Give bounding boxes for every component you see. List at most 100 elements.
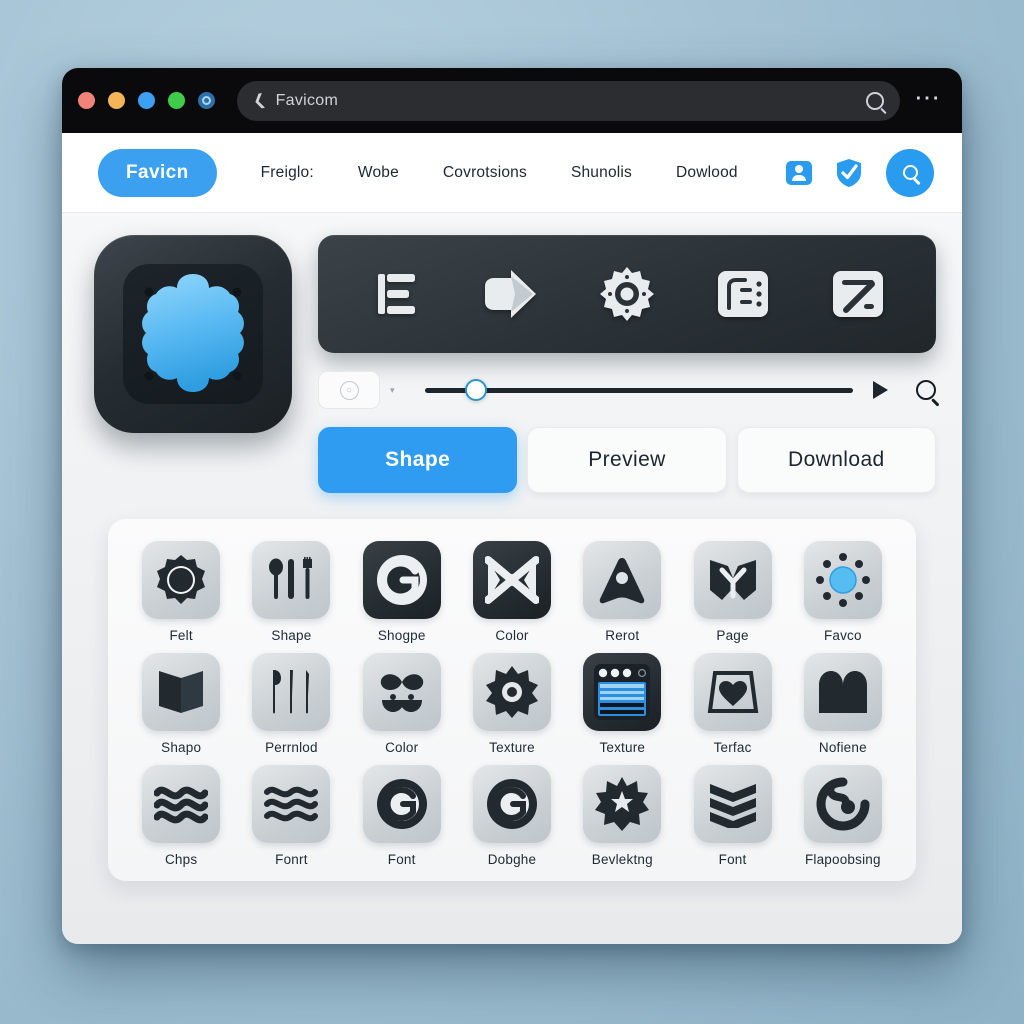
- nav-link-2[interactable]: Wobe: [336, 164, 421, 182]
- grid-item[interactable]: Perrnlod: [240, 653, 342, 755]
- grid-item[interactable]: Shapo: [130, 653, 232, 755]
- grid-item-label: Color: [495, 628, 529, 643]
- grid-item[interactable]: Flapoobsing: [792, 765, 894, 867]
- g-target-icon[interactable]: [472, 765, 551, 843]
- grid-item[interactable]: Font: [351, 765, 453, 867]
- grid-item[interactable]: Fonrt: [240, 765, 342, 867]
- maximize-dot[interactable]: [168, 92, 185, 109]
- zoom-stepper[interactable]: ○: [318, 371, 380, 409]
- grid-item[interactable]: Chps: [130, 765, 232, 867]
- grid-item[interactable]: Texture: [461, 653, 563, 755]
- browser-window-icon[interactable]: [583, 653, 662, 731]
- nav-link-3[interactable]: Covrotsions: [421, 164, 549, 182]
- kebab-menu-icon[interactable]: ⋯: [914, 84, 942, 110]
- starburst-eye-icon[interactable]: [472, 653, 551, 731]
- nav-link-5[interactable]: Dowlood: [654, 164, 760, 182]
- navigation-bar: Favicn Freiglo: Wobe Covrotsions Shunoli…: [62, 133, 962, 213]
- app-window: ❮ Favicom ⋯ Favicn Freiglo: Wobe Covrots…: [62, 68, 962, 944]
- search-icon[interactable]: [886, 148, 934, 197]
- grid-item[interactable]: Texture: [571, 653, 673, 755]
- chevron-back-icon[interactable]: ❮: [251, 91, 267, 110]
- grid-item[interactable]: Nofiene: [792, 653, 894, 755]
- grid-item[interactable]: Bevlektng: [571, 765, 673, 867]
- grid-item-label: Shapo: [161, 740, 202, 755]
- app-dot[interactable]: [198, 92, 215, 109]
- contact-card-icon[interactable]: [786, 160, 812, 185]
- spiral-arrow-icon[interactable]: [803, 765, 882, 843]
- open-book-icon[interactable]: [142, 653, 221, 731]
- grid-item-label: Chps: [164, 852, 198, 867]
- arrow-right-icon[interactable]: [474, 257, 548, 331]
- grid-item-label: Felt: [169, 628, 193, 643]
- gear-icon[interactable]: [590, 257, 664, 331]
- grid-item-label: Texture: [489, 740, 535, 755]
- grid-item-label: Favco: [823, 628, 862, 643]
- letter-g-icon[interactable]: [362, 541, 441, 619]
- tab-download[interactable]: Download: [736, 427, 936, 493]
- window-controls: [78, 92, 215, 109]
- search-icon[interactable]: [866, 91, 884, 110]
- waves-icon[interactable]: [142, 765, 221, 843]
- grid-item-label: Page: [716, 628, 749, 643]
- grid-item-label: Perrnlod: [265, 740, 318, 755]
- shield-check-icon[interactable]: [836, 158, 862, 188]
- grid-item[interactable]: Dobghe: [461, 765, 563, 867]
- icon-grid-panel: Felt Shape Shogpe Color Rerot Page Favco…: [108, 519, 916, 881]
- grid-item[interactable]: Rerot: [571, 541, 673, 643]
- slider-thumb[interactable]: [464, 379, 487, 401]
- nav-link-4[interactable]: Shunolis: [549, 164, 654, 182]
- minimize-dot[interactable]: [108, 92, 125, 109]
- grid-item-label: Dobghe: [487, 852, 537, 867]
- mustache-face-icon[interactable]: [362, 653, 441, 731]
- address-bar[interactable]: ❮ Favicom: [237, 80, 900, 121]
- address-input[interactable]: Favicom: [276, 92, 856, 110]
- expand-dot[interactable]: [138, 92, 155, 109]
- grid-item[interactable]: Felt: [130, 541, 232, 643]
- grid-item[interactable]: Terfac: [681, 653, 783, 755]
- grid-item[interactable]: Shape: [240, 541, 342, 643]
- layout-panel-icon[interactable]: [706, 257, 780, 331]
- grid-item-label: Bevlektng: [591, 852, 653, 867]
- title-bar: ❮ Favicom ⋯: [62, 68, 962, 133]
- bowtie-x-icon[interactable]: [472, 541, 551, 619]
- slash-shape-icon[interactable]: [821, 257, 895, 331]
- brand-logo[interactable]: Favicn: [98, 148, 217, 197]
- g-target-icon[interactable]: [362, 765, 441, 843]
- nav-link-1[interactable]: Freiglo:: [239, 164, 336, 182]
- grid-item[interactable]: Font: [681, 765, 783, 867]
- content-area: ○ ▾ Shape Preview Download Felt Shape Sh…: [62, 213, 962, 944]
- grid-item[interactable]: Page: [681, 541, 783, 643]
- star-burst-icon[interactable]: [583, 765, 662, 843]
- navigation-arrow-icon[interactable]: [583, 541, 662, 619]
- gear-circle-icon[interactable]: [142, 541, 221, 619]
- chevron-down-icon[interactable]: ▾: [390, 385, 395, 396]
- cutlery-icon[interactable]: [252, 541, 331, 619]
- cutlery-thin-icon[interactable]: [252, 653, 331, 731]
- grid-item-label: Fonrt: [275, 852, 308, 867]
- grid-item[interactable]: Color: [461, 541, 563, 643]
- waves-thin-icon[interactable]: [252, 765, 331, 843]
- sun-dots-icon[interactable]: [803, 541, 882, 619]
- grid-item-label: Shape: [271, 628, 312, 643]
- heart-frame-icon[interactable]: [693, 653, 772, 731]
- tab-preview[interactable]: Preview: [527, 427, 727, 493]
- align-list-icon[interactable]: [359, 257, 433, 331]
- favicon-preview[interactable]: [94, 235, 292, 433]
- close-dot[interactable]: [78, 92, 95, 109]
- search-icon[interactable]: [916, 380, 936, 400]
- arch-shape-icon[interactable]: [803, 653, 882, 731]
- size-slider[interactable]: [424, 379, 853, 401]
- grid-item[interactable]: Shogpe: [351, 541, 453, 643]
- slider-row: ○ ▾: [318, 367, 936, 413]
- grid-item-label: Flapoobsing: [804, 852, 881, 867]
- grid-item[interactable]: Favco: [792, 541, 894, 643]
- play-icon[interactable]: [873, 381, 888, 399]
- grid-item-label: Font: [718, 852, 747, 867]
- editor-tabs: Shape Preview Download: [318, 427, 936, 493]
- grid-item-label: Terfac: [713, 740, 752, 755]
- butterfly-icon[interactable]: [693, 541, 772, 619]
- tab-shape[interactable]: Shape: [318, 427, 518, 493]
- grid-item[interactable]: Color: [351, 653, 453, 755]
- icon-grid: Felt Shape Shogpe Color Rerot Page Favco…: [130, 541, 894, 867]
- chevrons-icon[interactable]: [693, 765, 772, 843]
